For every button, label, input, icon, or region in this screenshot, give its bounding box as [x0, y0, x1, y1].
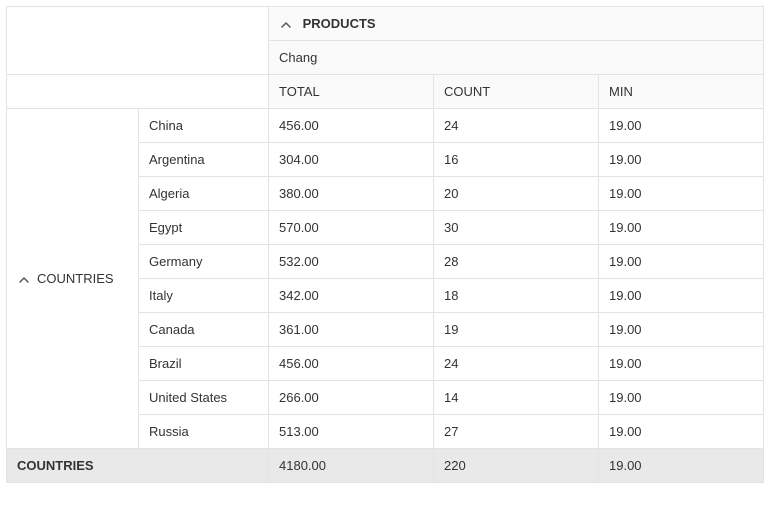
cell-count: 30: [434, 211, 599, 245]
cell-count: 18: [434, 279, 599, 313]
cell-min: 19.00: [599, 415, 764, 449]
cell-total: 266.00: [269, 381, 434, 415]
cell-count: 14: [434, 381, 599, 415]
footer-count: 220: [434, 449, 599, 483]
row-header-country[interactable]: Russia: [139, 415, 269, 449]
footer-total: 4180.00: [269, 449, 434, 483]
row-header-country[interactable]: Canada: [139, 313, 269, 347]
column-group-products-label: PRODUCTS: [303, 16, 376, 31]
cell-min: 19.00: [599, 347, 764, 381]
cell-total: 456.00: [269, 109, 434, 143]
row-group-countries-toggle[interactable]: COUNTRIES: [7, 109, 139, 449]
cell-total: 570.00: [269, 211, 434, 245]
header-blank-row-area: [7, 75, 269, 109]
cell-total: 532.00: [269, 245, 434, 279]
cell-count: 24: [434, 347, 599, 381]
cell-total: 304.00: [269, 143, 434, 177]
row-header-country[interactable]: Argentina: [139, 143, 269, 177]
cell-total: 456.00: [269, 347, 434, 381]
cell-count: 20: [434, 177, 599, 211]
cell-count: 16: [434, 143, 599, 177]
cell-count: 27: [434, 415, 599, 449]
cell-min: 19.00: [599, 279, 764, 313]
column-group-products-toggle[interactable]: PRODUCTS: [269, 7, 764, 41]
table-row: COUNTRIESChina456.002419.00: [7, 109, 764, 143]
chevron-up-icon: [17, 271, 31, 286]
row-header-country[interactable]: Egypt: [139, 211, 269, 245]
cell-total: 342.00: [269, 279, 434, 313]
column-header-total[interactable]: TOTAL: [269, 75, 434, 109]
row-header-country[interactable]: United States: [139, 381, 269, 415]
cell-min: 19.00: [599, 211, 764, 245]
cell-min: 19.00: [599, 245, 764, 279]
cell-total: 361.00: [269, 313, 434, 347]
row-group-countries-label: COUNTRIES: [37, 271, 114, 286]
cell-count: 28: [434, 245, 599, 279]
footer-label: COUNTRIES: [7, 449, 269, 483]
column-header-product-name[interactable]: Chang: [269, 41, 764, 75]
cell-min: 19.00: [599, 177, 764, 211]
row-header-country[interactable]: Italy: [139, 279, 269, 313]
chevron-up-icon: [279, 16, 293, 31]
pivot-table: PRODUCTS Chang TOTAL COUNT MIN COUNTRIES…: [6, 6, 764, 483]
row-header-country[interactable]: China: [139, 109, 269, 143]
row-header-country[interactable]: Brazil: [139, 347, 269, 381]
cell-min: 19.00: [599, 381, 764, 415]
cell-count: 24: [434, 109, 599, 143]
row-header-country[interactable]: Algeria: [139, 177, 269, 211]
cell-min: 19.00: [599, 313, 764, 347]
footer-row-countries: COUNTRIES 4180.00 220 19.00: [7, 449, 764, 483]
cell-min: 19.00: [599, 109, 764, 143]
column-header-count[interactable]: COUNT: [434, 75, 599, 109]
cell-total: 513.00: [269, 415, 434, 449]
row-header-country[interactable]: Germany: [139, 245, 269, 279]
cell-total: 380.00: [269, 177, 434, 211]
footer-min: 19.00: [599, 449, 764, 483]
header-blank-top-left: [7, 7, 269, 75]
cell-min: 19.00: [599, 143, 764, 177]
cell-count: 19: [434, 313, 599, 347]
column-header-min[interactable]: MIN: [599, 75, 764, 109]
